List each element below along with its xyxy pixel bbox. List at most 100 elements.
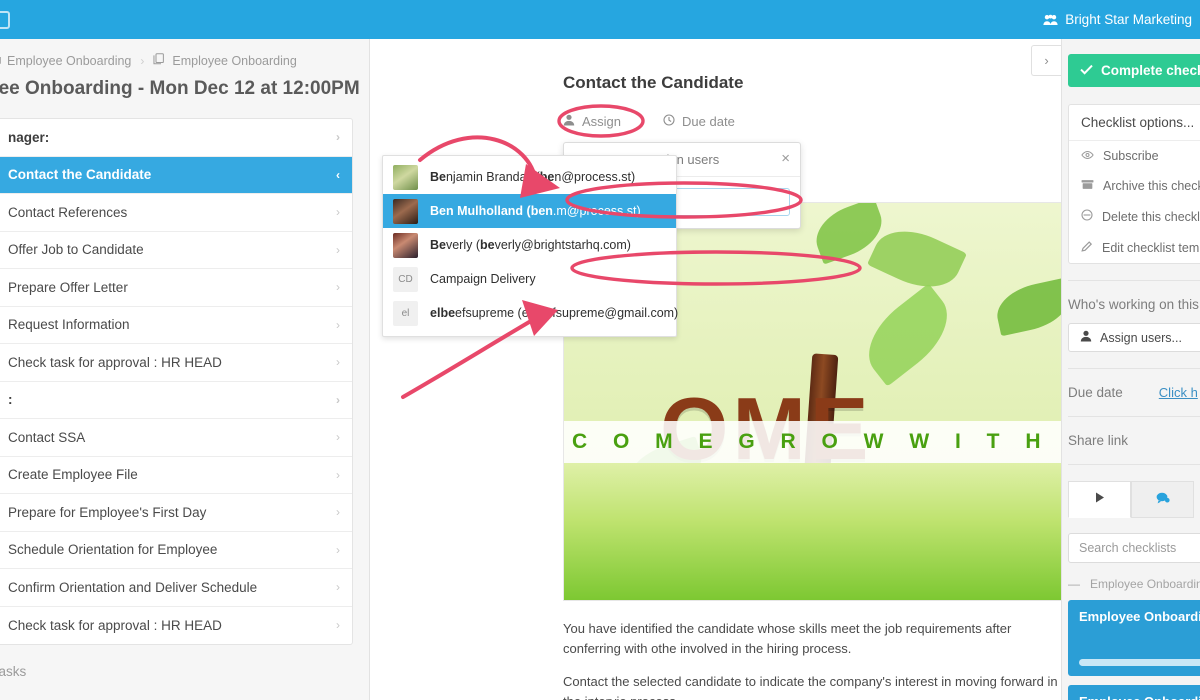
- task-item-label: Schedule Orientation for Employee: [8, 542, 218, 558]
- task-item[interactable]: Prepare Offer Letter ›: [0, 269, 352, 307]
- task-item-label: Confirm Orientation and Deliver Schedule: [8, 579, 258, 595]
- task-item[interactable]: : ›: [0, 382, 352, 419]
- checklist-copy-icon: [153, 53, 166, 68]
- assign-result-label: Benjamin Brandall (ben@process.st): [430, 170, 636, 184]
- share-link-label: Share link: [1068, 433, 1129, 448]
- task-item-label: Offer Job to Candidate: [8, 242, 144, 258]
- due-date-set-link[interactable]: Click h: [1159, 385, 1198, 400]
- app-logo-icon[interactable]: [0, 10, 10, 29]
- task-description: You have identified the candidate whose …: [563, 619, 1061, 700]
- checklist-option-label: Edit checklist templa: [1102, 240, 1200, 255]
- organization-name-label: Bright Star Marketing: [1065, 12, 1192, 27]
- chevron-right-icon: ›: [336, 242, 340, 257]
- avatar-initials: el: [393, 300, 418, 326]
- checklist-option-item[interactable]: Archive this checklis: [1069, 171, 1200, 201]
- complete-checklist-button[interactable]: Complete checklist: [1068, 54, 1200, 87]
- checklist-group-row[interactable]: — Employee Onboarding: [1068, 577, 1200, 591]
- task-item-active[interactable]: Contact the Candidate ‹: [0, 156, 352, 194]
- comment-icon: [1156, 491, 1170, 509]
- assign-result-item-selected[interactable]: Ben Mulholland (ben.m@process.st): [383, 194, 676, 228]
- checklist-cards: Employee Onboardi Employee Onboardi: [1068, 600, 1200, 700]
- chevron-right-icon: ›: [336, 618, 340, 633]
- divider: [1068, 280, 1200, 281]
- task-list: nager: › Contact the Candidate ‹ Contact Ref…: [0, 118, 353, 645]
- task-item-label: Contact References: [8, 204, 128, 220]
- play-icon: [1093, 491, 1106, 509]
- task-item[interactable]: Confirm Orientation and Deliver Schedule…: [0, 569, 352, 607]
- checklist-option-label: Subscribe: [1103, 149, 1159, 163]
- checklist-option-item[interactable]: Delete this checklist: [1069, 201, 1200, 232]
- main-content: Contact the Candidate Assign Due date C …: [371, 39, 1061, 700]
- chevron-right-icon: ›: [336, 542, 340, 557]
- task-item[interactable]: Schedule Orientation for Employee ›: [0, 532, 352, 569]
- users-group-icon: [1043, 14, 1058, 26]
- banner-lower-field: [564, 463, 1061, 600]
- due-date-sidebar-label: Due date: [1068, 385, 1123, 400]
- task-item[interactable]: Request Information ›: [0, 307, 352, 344]
- checklist-card[interactable]: Employee Onboardi: [1068, 685, 1200, 700]
- breadcrumb-separator: ›: [140, 53, 145, 68]
- task-item[interactable]: Check task for approval : HR HEAD ›: [0, 344, 352, 382]
- chevron-right-icon: ›: [336, 505, 340, 520]
- divider: [1068, 368, 1200, 369]
- assign-button[interactable]: Assign: [563, 114, 621, 129]
- clock-icon: [663, 114, 675, 129]
- breadcrumb: Employee Onboarding › Employee Onboardin…: [0, 39, 369, 78]
- task-item[interactable]: Contact References ›: [0, 194, 352, 232]
- assign-result-item[interactable]: CD Campaign Delivery: [383, 262, 676, 296]
- avatar: [393, 232, 418, 258]
- checklist-option-item[interactable]: Subscribe: [1069, 141, 1200, 171]
- complete-checklist-label: Complete checklist: [1101, 63, 1200, 78]
- chevron-right-icon: ›: [336, 280, 340, 295]
- checklist-options-title[interactable]: Checklist options...: [1069, 105, 1200, 141]
- top-navigation-bar: Bright Star Marketing: [0, 0, 1200, 39]
- task-item-label: Contact the Candidate: [8, 167, 152, 183]
- tab-comments[interactable]: [1131, 481, 1194, 518]
- divider: [1068, 416, 1200, 417]
- checklist-card[interactable]: Employee Onboardi: [1068, 600, 1200, 676]
- task-item[interactable]: Create Employee File ›: [0, 457, 352, 494]
- chevron-right-icon: ›: [336, 580, 340, 595]
- minus-icon[interactable]: —: [1068, 577, 1080, 591]
- chevron-right-icon: ›: [336, 430, 340, 445]
- task-item-label: nager:: [8, 129, 50, 145]
- assign-result-label: elbeefsupreme (elbeefsupreme@gmail.com): [430, 306, 679, 320]
- person-assign-icon: [563, 114, 575, 129]
- app-root: Bright Star Marketing Employee Onboardin…: [0, 0, 1200, 700]
- checklist-option-item[interactable]: Edit checklist templa: [1069, 232, 1200, 263]
- chevron-right-icon: ›: [336, 392, 340, 407]
- description-paragraph: Contact the selected candidate to indica…: [563, 674, 1058, 700]
- footer-tasks-label: l tasks: [0, 664, 27, 679]
- breadcrumb-label-1: Employee Onboarding: [7, 53, 132, 68]
- due-date-button[interactable]: Due date: [663, 114, 735, 129]
- breadcrumb-item-checklist[interactable]: Employee Onboarding: [153, 53, 297, 68]
- avatar-initials: CD: [393, 266, 418, 292]
- left-sidebar: Employee Onboarding › Employee Onboardin…: [0, 39, 370, 700]
- checklist-options-card: Checklist options... Subscribe Archive th…: [1068, 104, 1200, 264]
- search-checklists-input[interactable]: Search checklists: [1068, 533, 1200, 563]
- task-item[interactable]: nager: ›: [0, 119, 352, 157]
- task-item[interactable]: Contact SSA ›: [0, 419, 352, 457]
- archive-box-icon: [1081, 179, 1094, 193]
- assign-result-item[interactable]: el elbeefsupreme (elbeefsupreme@gmail.com…: [383, 296, 679, 330]
- page-title: yee Onboarding - Mon Dec 12 at 12:00PM: [0, 78, 360, 99]
- assign-result-item[interactable]: Beverly (beverly@brightstarhq.com): [383, 228, 676, 262]
- pencil-icon: [1081, 240, 1093, 255]
- eye-icon: [1081, 149, 1094, 163]
- chevron-right-icon: ›: [336, 205, 340, 220]
- panel-expand-button[interactable]: ›: [1031, 45, 1061, 76]
- close-icon[interactable]: ×: [781, 151, 790, 166]
- task-item[interactable]: Prepare for Employee's First Day ›: [0, 494, 352, 532]
- check-icon: [1080, 63, 1093, 78]
- assign-result-item[interactable]: Benjamin Brandall (ben@process.st): [383, 160, 676, 194]
- breadcrumb-item-folder[interactable]: Employee Onboarding: [0, 54, 131, 68]
- task-item[interactable]: Offer Job to Candidate ›: [0, 232, 352, 269]
- task-item[interactable]: Check task for approval : HR HEAD ›: [0, 607, 352, 645]
- assign-users-button[interactable]: Assign users...: [1068, 323, 1200, 352]
- tab-activity[interactable]: [1068, 481, 1131, 518]
- assign-users-label: Assign users...: [1100, 330, 1182, 345]
- task-meta-row: Assign Due date: [563, 114, 1061, 129]
- chevron-right-icon: ›: [336, 467, 340, 482]
- organization-name[interactable]: Bright Star Marketing: [1043, 12, 1192, 27]
- task-item-label: :: [8, 392, 13, 408]
